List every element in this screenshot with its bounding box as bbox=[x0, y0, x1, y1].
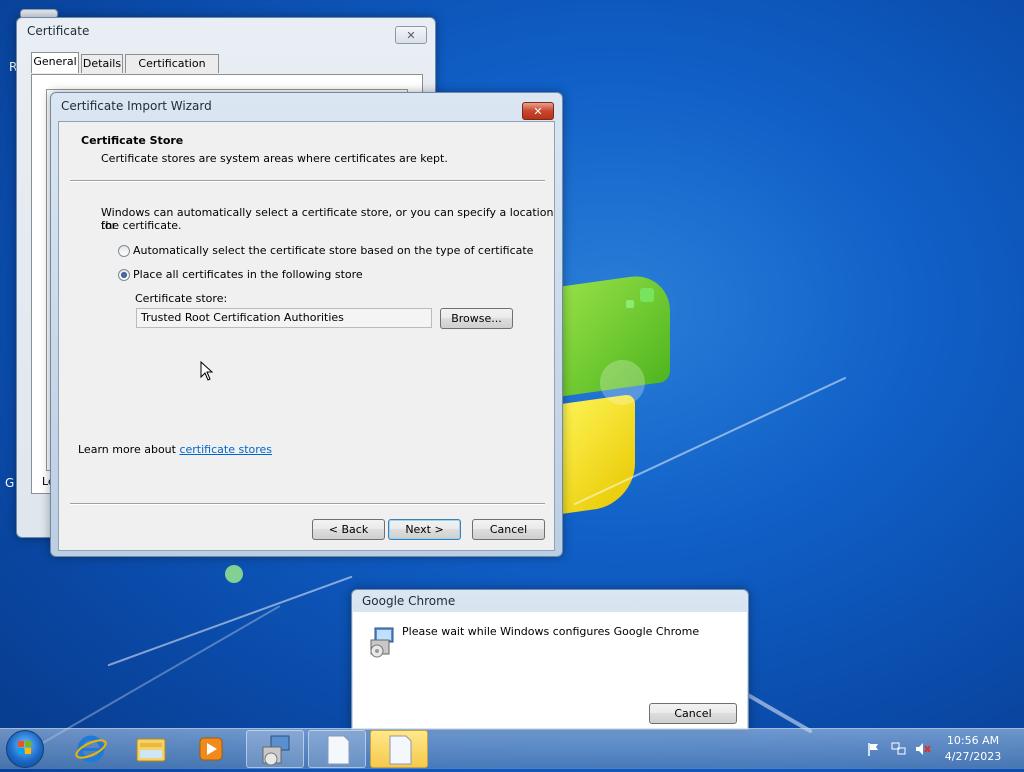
store-label: Certificate store: bbox=[135, 292, 228, 305]
start-button[interactable] bbox=[6, 730, 44, 768]
close-icon: ✕ bbox=[533, 104, 543, 118]
radio-place-in-store[interactable] bbox=[118, 269, 130, 281]
wizard-body: Certificate Store Certificate stores are… bbox=[58, 121, 555, 551]
next-button[interactable]: Next > bbox=[388, 519, 461, 540]
taskbar-installer[interactable] bbox=[246, 730, 304, 768]
close-button[interactable]: ✕ bbox=[395, 26, 427, 44]
clock-date: 4/27/2023 bbox=[944, 750, 1002, 763]
desktop-icon-label[interactable]: G bbox=[5, 476, 14, 490]
divider bbox=[70, 503, 545, 505]
taskbar-document-active[interactable] bbox=[370, 730, 428, 768]
radio-place-in-store-label[interactable]: Place all certificates in the following … bbox=[133, 268, 363, 281]
intro-text: the certificate. bbox=[101, 219, 182, 232]
file-explorer-icon bbox=[136, 738, 166, 762]
installer-icon bbox=[262, 735, 290, 766]
page-subtitle: Certificate stores are system areas wher… bbox=[101, 152, 448, 165]
window-title: Certificate Import Wizard bbox=[61, 99, 212, 113]
window-title: Certificate bbox=[27, 24, 90, 38]
back-button[interactable]: < Back bbox=[312, 519, 385, 540]
radio-auto-select[interactable] bbox=[118, 245, 130, 257]
document-icon bbox=[389, 735, 412, 765]
installer-icon bbox=[370, 627, 394, 658]
taskbar-media-player[interactable] bbox=[182, 730, 240, 768]
tab-general[interactable]: General bbox=[31, 52, 79, 73]
taskbar-internet-explorer[interactable] bbox=[62, 730, 120, 768]
document-icon bbox=[327, 735, 350, 765]
internet-explorer-icon bbox=[75, 735, 107, 763]
volume-muted-icon[interactable] bbox=[914, 741, 932, 757]
tab-certification-path[interactable]: Certification Path bbox=[125, 54, 219, 88]
learn-more-text: Learn more about certificate stores bbox=[78, 443, 272, 456]
progress-message: Please wait while Windows configures Goo… bbox=[402, 625, 700, 638]
radio-auto-select-label[interactable]: Automatically select the certificate sto… bbox=[133, 244, 533, 257]
learn-more-prefix: Learn more about bbox=[78, 443, 180, 456]
clock-time: 10:56 AM bbox=[946, 734, 1000, 747]
windows-flag-icon bbox=[18, 741, 31, 754]
media-player-icon bbox=[199, 737, 223, 761]
system-clock[interactable]: 10:56 AM 4/27/2023 bbox=[940, 733, 1006, 765]
cancel-button[interactable]: Cancel bbox=[649, 703, 737, 724]
taskbar-file-explorer[interactable] bbox=[122, 730, 180, 768]
taskbar: 10:56 AM 4/27/2023 bbox=[0, 728, 1024, 769]
certificate-import-wizard: Certificate Import Wizard ✕ Certificate … bbox=[50, 92, 563, 557]
dialog-body: Please wait while Windows configures Goo… bbox=[353, 612, 747, 729]
certificate-store-field: Trusted Root Certification Authorities bbox=[136, 308, 432, 328]
mouse-cursor-icon bbox=[200, 361, 214, 381]
chrome-setup-dialog: Google Chrome Please wait while Windows … bbox=[351, 589, 749, 730]
tab-details[interactable]: Details bbox=[81, 54, 123, 73]
certificate-stores-link[interactable]: certificate stores bbox=[179, 443, 272, 456]
close-icon: ✕ bbox=[406, 28, 416, 42]
taskbar-document[interactable] bbox=[308, 730, 366, 768]
page-title: Certificate Store bbox=[81, 134, 184, 147]
close-button[interactable]: ✕ bbox=[522, 102, 554, 120]
divider bbox=[70, 180, 545, 182]
window-title: Google Chrome bbox=[362, 594, 456, 608]
browse-button[interactable]: Browse... bbox=[440, 308, 513, 329]
action-center-flag-icon[interactable] bbox=[866, 741, 882, 757]
cancel-button[interactable]: Cancel bbox=[472, 519, 545, 540]
network-icon[interactable] bbox=[890, 741, 908, 757]
